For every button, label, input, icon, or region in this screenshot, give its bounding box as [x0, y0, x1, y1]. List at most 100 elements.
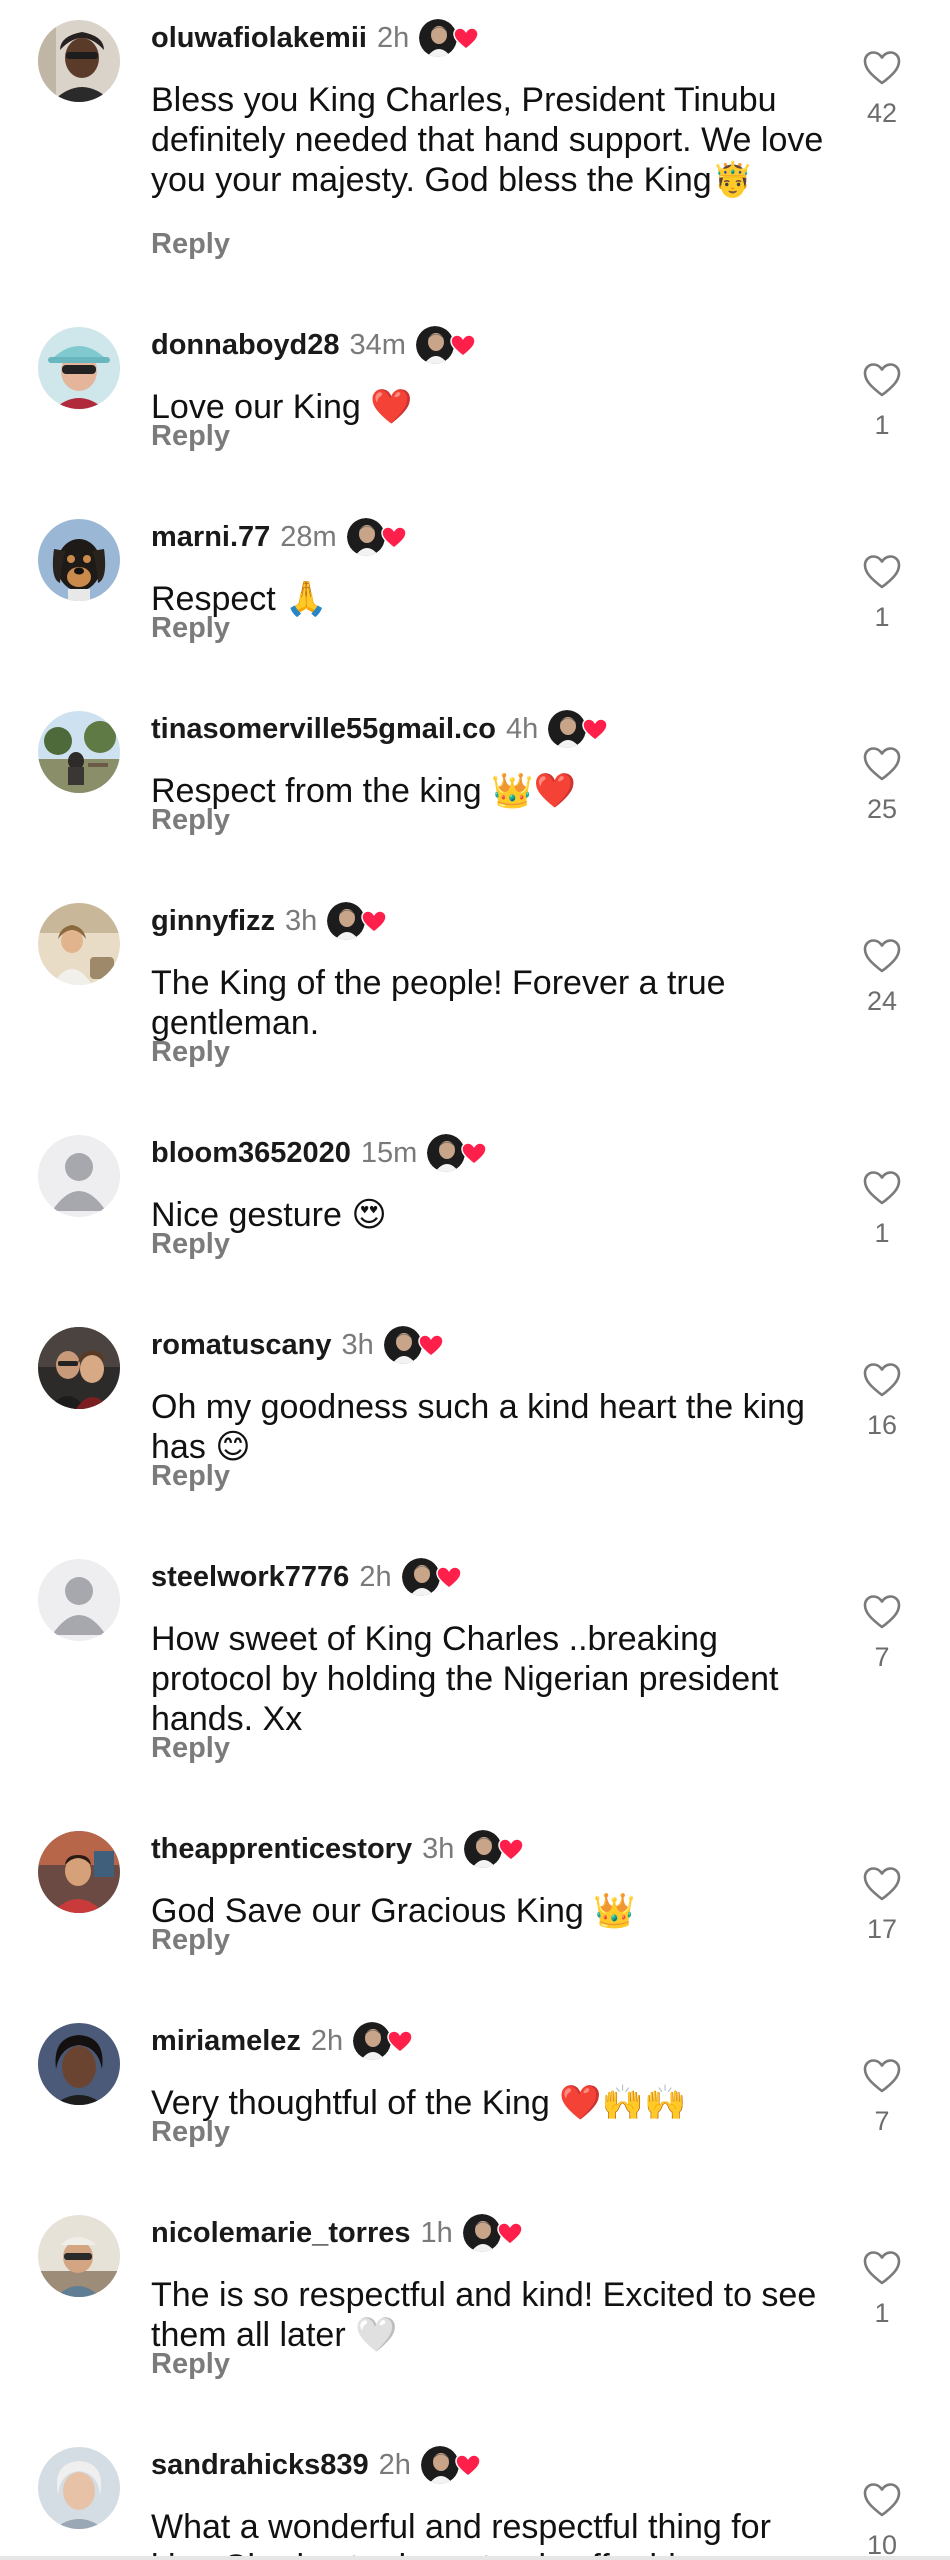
comment-item: marni.77 28m Respect 🙏	[0, 517, 950, 618]
creator-heart-icon	[418, 1334, 444, 1358]
username[interactable]: miriamelez	[151, 2025, 301, 2058]
reply-button[interactable]: Reply	[151, 1732, 230, 1765]
heart-outline-icon[interactable]	[862, 746, 902, 782]
comment-item: ginnyfizz 3h The King of the people! Forev…	[0, 901, 950, 1042]
reply-button[interactable]: Reply	[151, 1228, 230, 1261]
like-control: 17	[860, 1866, 904, 1945]
username[interactable]: donnaboyd28	[151, 329, 340, 362]
reply-button[interactable]: Reply	[151, 228, 230, 261]
comment-text: The King of the people! Forever a true g…	[151, 964, 726, 1042]
reply-button[interactable]: Reply	[151, 2348, 230, 2381]
heart-outline-icon[interactable]	[862, 2250, 902, 2286]
comment-text: Respect 🙏	[151, 580, 328, 618]
heart-outline-icon[interactable]	[862, 1594, 902, 1630]
creator-heart-icon	[380, 526, 407, 550]
timestamp: 3h	[422, 1832, 455, 1865]
like-count: 7	[874, 2106, 890, 2136]
creator-avatar	[420, 2446, 459, 2484]
avatar[interactable]	[38, 1559, 120, 1641]
username[interactable]: sandrahicks839	[151, 2449, 369, 2482]
like-count: 1	[874, 602, 890, 632]
timestamp: 2h	[376, 21, 410, 54]
avatar[interactable]	[38, 903, 120, 985]
avatar[interactable]	[38, 711, 120, 793]
like-count: 1	[874, 1218, 890, 1248]
like-control: 1	[860, 1170, 904, 1249]
comment-item: bloom3652020 15m Nice gesture 😍	[0, 1133, 950, 1234]
like-control: 24	[860, 938, 904, 1017]
reply-button[interactable]: Reply	[151, 804, 230, 837]
comment-meta: donnaboyd28 34m	[151, 325, 480, 365]
creator-heart-icon	[461, 1142, 488, 1166]
timestamp: 2h	[310, 2024, 344, 2057]
username[interactable]: romatuscany	[151, 1329, 332, 1362]
username[interactable]: tinasomerville55gmail.co	[151, 713, 496, 746]
avatar[interactable]	[38, 1831, 120, 1913]
avatar[interactable]	[38, 1327, 120, 1409]
creator-heart-icon	[435, 1566, 462, 1590]
heart-outline-icon[interactable]	[862, 1362, 902, 1398]
creator-liked-badge	[420, 2446, 485, 2484]
avatar[interactable]	[38, 2215, 120, 2297]
reply-button[interactable]: Reply	[151, 420, 230, 453]
like-count: 7	[874, 1642, 890, 1672]
reply-button[interactable]: Reply	[151, 1036, 230, 1069]
comment-meta: ginnyfizz 3h	[151, 901, 391, 941]
comment-meta: miriamelez 2h	[151, 2021, 417, 2061]
avatar[interactable]	[38, 2447, 120, 2529]
username[interactable]: ginnyfizz	[151, 905, 275, 938]
like-count: 25	[866, 794, 898, 824]
creator-avatar	[415, 326, 454, 364]
like-count: 17	[866, 1914, 898, 1944]
like-count: 24	[866, 986, 898, 1016]
reply-button[interactable]: Reply	[151, 1460, 230, 1493]
like-control: 1	[860, 2250, 904, 2329]
avatar[interactable]	[38, 1135, 120, 1217]
like-count: 16	[866, 1410, 898, 1440]
comment-text: Respect from the king 👑❤️	[151, 772, 576, 810]
comment-list: oluwafiolakemii 2h Bless you King Charles,…	[0, 0, 950, 2560]
creator-avatar	[548, 710, 587, 748]
creator-heart-icon	[387, 2030, 413, 2054]
like-count: 1	[874, 410, 890, 440]
reply-button[interactable]: Reply	[151, 2116, 230, 2149]
creator-liked-badge	[346, 518, 411, 556]
username[interactable]: steelwork7776	[151, 1561, 349, 1594]
username[interactable]: bloom3652020	[151, 1137, 351, 1170]
like-control: 1	[860, 554, 904, 633]
heart-outline-icon[interactable]	[862, 50, 902, 86]
username[interactable]: nicolemarie_torres	[151, 2217, 411, 2250]
heart-outline-icon[interactable]	[862, 362, 902, 398]
heart-outline-icon[interactable]	[862, 1170, 902, 1206]
comment-meta: tinasomerville55gmail.co 4h	[151, 709, 612, 749]
like-count: 42	[866, 98, 898, 128]
avatar[interactable]	[38, 20, 120, 102]
reply-button[interactable]: Reply	[151, 1924, 230, 1957]
creator-liked-badge	[548, 710, 612, 748]
comment-text: What a wonderful and respectful thing fo…	[151, 2508, 771, 2560]
username[interactable]: marni.77	[151, 521, 270, 554]
heart-outline-icon[interactable]	[862, 554, 902, 590]
reply-button[interactable]: Reply	[151, 612, 230, 645]
avatar[interactable]	[38, 2023, 120, 2105]
comment-meta: theapprenticestory 3h	[151, 1829, 528, 1869]
username[interactable]: theapprenticestory	[151, 1833, 412, 1866]
heart-outline-icon[interactable]	[862, 938, 902, 974]
heart-outline-icon[interactable]	[862, 1866, 902, 1902]
creator-avatar	[427, 1134, 466, 1172]
comment-text: Oh my goodness such a kind heart the kin…	[151, 1388, 805, 1466]
creator-avatar	[383, 1326, 422, 1364]
heart-outline-icon[interactable]	[862, 2482, 902, 2518]
heart-outline-icon[interactable]	[862, 2058, 902, 2094]
timestamp: 1h	[420, 2216, 453, 2249]
creator-liked-badge	[464, 1830, 528, 1868]
comment-item: nicolemarie_torres 1h The is so respectful…	[0, 2213, 950, 2354]
timestamp: 3h	[285, 904, 318, 937]
creator-liked-badge	[462, 2214, 527, 2252]
avatar[interactable]	[38, 327, 120, 409]
username[interactable]: oluwafiolakemii	[151, 22, 367, 55]
comment-text: Bless you King Charles, President Tinubu…	[151, 81, 824, 199]
comment-meta: marni.77 28m	[151, 517, 411, 557]
avatar[interactable]	[38, 519, 120, 601]
creator-heart-icon	[453, 27, 479, 51]
